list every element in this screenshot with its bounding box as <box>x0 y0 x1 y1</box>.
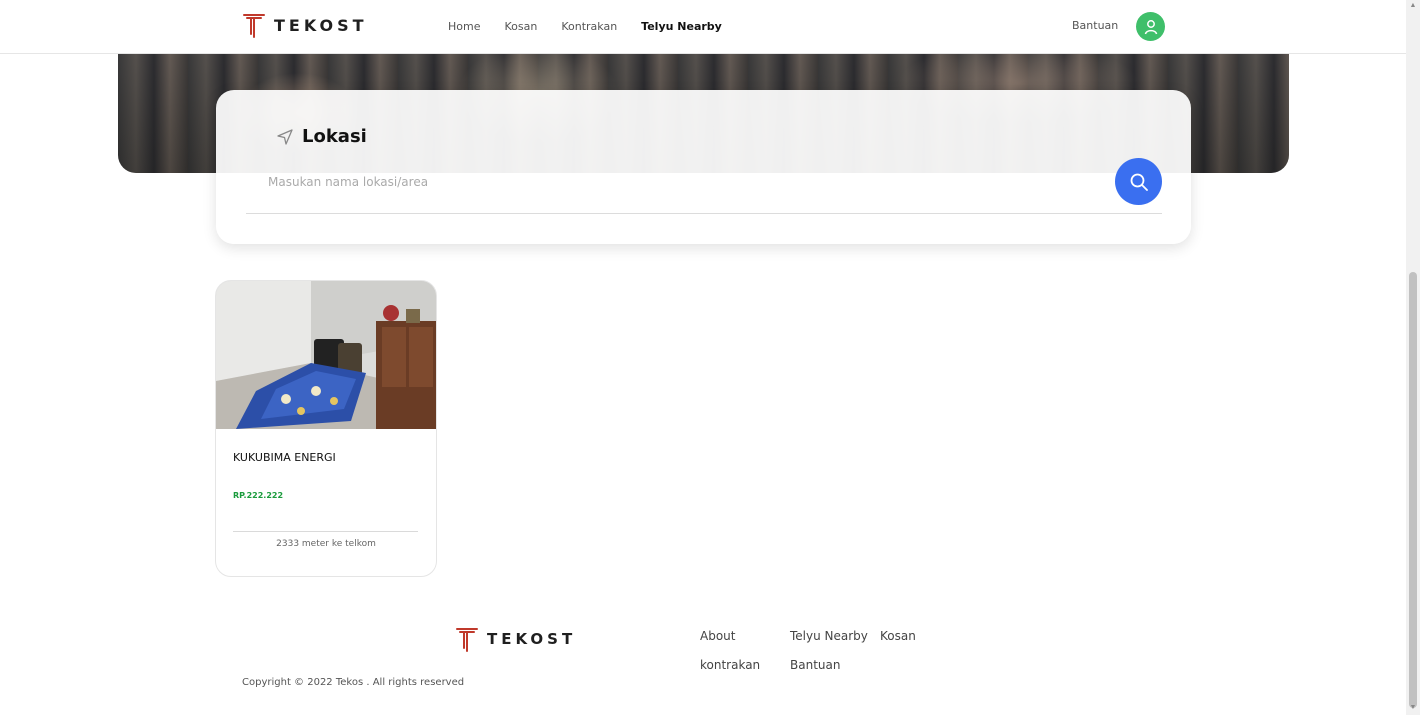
scroll-up-arrow-icon[interactable]: ▲ <box>1409 2 1417 10</box>
user-icon <box>1144 19 1157 34</box>
search-underline <box>246 213 1162 214</box>
listing-card[interactable]: KUKUBIMA ENERGI RP.222.222 2333 meter ke… <box>215 280 437 577</box>
navigation-arrow-icon <box>277 128 293 145</box>
footer-link-kontrakan[interactable]: kontrakan <box>700 658 760 672</box>
location-search-input[interactable] <box>266 170 1110 194</box>
footer-link-telyu-nearby[interactable]: Telyu Nearby <box>790 629 868 643</box>
tekost-logo-icon <box>243 14 265 38</box>
listing-photo <box>216 281 436 429</box>
scrollbar-thumb[interactable] <box>1409 272 1417 708</box>
footer-link-kosan[interactable]: Kosan <box>880 629 916 643</box>
search-title: Lokasi <box>302 126 367 147</box>
copyright-text: Copyright © 2022 Tekos . All rights rese… <box>242 677 465 688</box>
brand-name: TEKOST <box>274 15 368 35</box>
listing-divider <box>233 531 418 532</box>
scroll-down-arrow-icon[interactable]: ▼ <box>1409 704 1417 712</box>
location-search-card: Lokasi <box>216 90 1191 244</box>
footer-brand-name: TEKOST <box>487 630 577 648</box>
user-avatar-button[interactable] <box>1136 12 1165 41</box>
page: TEKOST Home Kosan Kontrakan Telyu Nearby… <box>0 0 1406 715</box>
search-heading: Lokasi <box>276 126 367 147</box>
footer-link-bantuan[interactable]: Bantuan <box>790 658 840 672</box>
room-photo-image <box>216 281 436 429</box>
page-scrollbar[interactable]: ▲ ▼ <box>1406 0 1420 715</box>
listing-price: RP.222.222 <box>233 491 284 500</box>
main-nav: Home Kosan Kontrakan Telyu Nearby <box>448 0 746 53</box>
listing-name: KUKUBIMA ENERGI <box>233 451 336 464</box>
nav-telyu-nearby[interactable]: Telyu Nearby <box>641 20 722 33</box>
top-navbar: TEKOST Home Kosan Kontrakan Telyu Nearby… <box>0 0 1406 54</box>
search-button[interactable] <box>1115 158 1162 205</box>
nav-kosan[interactable]: Kosan <box>504 20 537 33</box>
nav-home[interactable]: Home <box>448 20 480 33</box>
nav-kontrakan[interactable]: Kontrakan <box>561 20 617 33</box>
tekost-logo-icon <box>456 628 478 652</box>
help-link[interactable]: Bantuan <box>1072 19 1118 32</box>
listing-distance: 2333 meter ke telkom <box>276 539 376 549</box>
search-icon <box>1130 173 1148 191</box>
footer-link-about[interactable]: About <box>700 629 735 643</box>
footer-brand-logo[interactable]: TEKOST <box>455 626 576 652</box>
brand-logo[interactable]: TEKOST <box>242 12 368 38</box>
